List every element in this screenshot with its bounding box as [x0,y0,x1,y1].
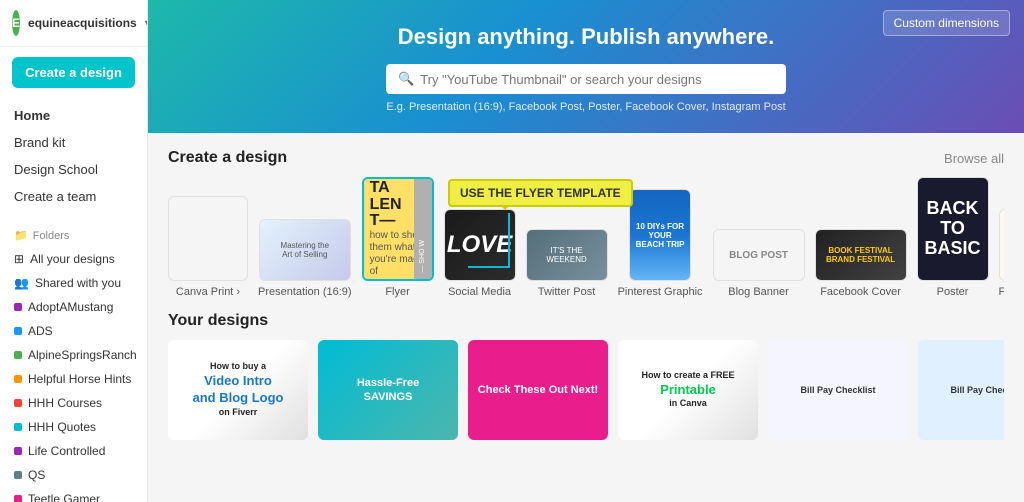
pinterest-thumb: 10 DIYs FOR YOUR BEACH TRIP [629,189,691,281]
twitter-label: Twitter Post [538,286,595,298]
your-designs-row: How to buy aVideo Introand Blog Logoon F… [168,340,1004,440]
design-card-4[interactable]: How to create a FREEPrintablein Canva [618,340,758,440]
search-icon: 🔍 [398,71,414,87]
username-label: equineacquisitions [28,16,137,30]
custom-dimensions-button[interactable]: Custom dimensions [883,10,1010,36]
flyer-thumb: TALENT— how to show them what you're mad… [362,177,434,281]
design-card-6[interactable]: Bill Pay Checklist [918,340,1004,440]
sidebar-header: E equineacquisitions ▾ [0,0,147,47]
social-media-label: Social Media [448,286,511,298]
design-card-2[interactable]: Hassle-FreeSAVINGS [318,340,458,440]
template-canva-print[interactable]: Canva Print › [168,196,248,298]
poster-thumb: BACK TO BASIC [917,177,989,281]
template-social-media[interactable]: LOVE Social Media [444,209,516,298]
pinterest-label: Pinterest Graphic [618,286,703,298]
your-designs-title: Your designs [168,312,268,330]
sidebar-folders-section: 📁 Folders ⊞ All your designs 👥 Shared wi… [0,224,147,502]
canva-print-label: Canva Print › [176,286,240,298]
sidebar-item-home[interactable]: Home [0,102,147,129]
folder-dot-icon [14,423,22,431]
folder-dot-icon [14,327,22,335]
flyer-tooltip: USE THE FLYER TEMPLATE [448,179,633,207]
your-designs-header: Your designs [168,312,1004,330]
hero-examples: E.g. Presentation (16:9), Facebook Post,… [386,101,785,113]
tooltip-line-h [468,266,510,268]
browse-all-button[interactable]: Browse all [944,151,1004,166]
fb-post-thumb: 🌸 [999,209,1004,281]
hero-section: Custom dimensions Design anything. Publi… [148,0,1024,133]
design-card-1[interactable]: How to buy aVideo Introand Blog Logoon F… [168,340,308,440]
template-fb-cover[interactable]: BOOK FESTIVAL BRAND FESTIVAL Facebook Co… [815,229,907,298]
template-fb-post[interactable]: 🌸 Facebook Post [999,209,1004,298]
sidebar-item-create-team[interactable]: Create a team [0,183,147,210]
share-icon: 👥 [14,276,29,290]
folder-icon: 📁 [14,229,28,242]
blog-banner-thumb: BLOG POST [713,229,805,281]
twitter-thumb: IT'S THE WEEKEND [526,229,608,281]
social-media-thumb: LOVE [444,209,516,281]
sidebar-item-helpful-horse[interactable]: Helpful Horse Hints [0,367,147,391]
poster-label: Poster [937,286,969,298]
sidebar-item-teetle-gamer[interactable]: Teetle Gamer [0,487,147,502]
template-flyer[interactable]: TALENT— how to show them what you're mad… [362,177,434,298]
sidebar-item-hhh-courses[interactable]: HHH Courses [0,391,147,415]
create-design-section: Create a design Browse all USE THE FLYER… [148,133,1024,456]
sidebar-item-all-designs[interactable]: ⊞ All your designs [0,247,147,271]
main-content: Custom dimensions Design anything. Publi… [148,0,1024,502]
sidebar-item-hhh-quotes[interactable]: HHH Quotes [0,415,147,439]
search-input[interactable] [420,72,774,87]
tooltip-line [508,213,510,268]
sidebar: E equineacquisitions ▾ Create a design H… [0,0,148,502]
sidebar-folders-header[interactable]: 📁 Folders [0,224,147,247]
canva-print-thumb [168,196,248,281]
folder-dot-icon [14,351,22,359]
folder-dot-icon [14,399,22,407]
fb-cover-label: Facebook Cover [820,286,901,298]
avatar: E [12,10,20,36]
presentation-thumb: Mastering theArt of Selling [259,219,351,281]
template-poster[interactable]: BACK TO BASIC Poster [917,177,989,298]
create-section-title: Create a design [168,149,287,167]
hero-title: Design anything. Publish anywhere. [398,24,775,50]
sidebar-item-qs[interactable]: QS [0,463,147,487]
sidebar-item-brand-kit[interactable]: Brand kit [0,129,147,156]
design-card-5[interactable]: Bill Pay Checklist [768,340,908,440]
folder-dot-icon [14,303,22,311]
grid-icon: ⊞ [14,252,24,266]
flyer-label: Flyer [385,286,409,298]
presentation-label: Presentation (16:9) [258,286,352,298]
folder-dot-icon [14,495,22,502]
template-blog-banner[interactable]: BLOG POST Blog Banner [713,229,805,298]
sidebar-item-alpinespringsranch[interactable]: AlpineSpringsRanch [0,343,147,367]
design-card-3[interactable]: Check These Out Next! [468,340,608,440]
sidebar-item-design-school[interactable]: Design School [0,156,147,183]
blog-banner-label: Blog Banner [728,286,789,298]
search-bar: 🔍 [386,64,786,94]
sidebar-item-adoptamustang[interactable]: AdoptAMustang [0,295,147,319]
sidebar-nav: Home Brand kit Design School Create a te… [0,98,147,214]
folder-dot-icon [14,375,22,383]
create-section-header: Create a design Browse all [168,149,1004,167]
fb-cover-thumb: BOOK FESTIVAL BRAND FESTIVAL [815,229,907,281]
sidebar-item-life-controlled[interactable]: Life Controlled [0,439,147,463]
template-presentation[interactable]: Mastering theArt of Selling Presentation… [258,219,352,298]
folder-dot-icon [14,447,22,455]
folder-dot-icon [14,471,22,479]
sidebar-item-ads[interactable]: ADS [0,319,147,343]
fb-post-label: Facebook Post [999,286,1004,298]
template-twitter[interactable]: IT'S THE WEEKEND Twitter Post [526,229,608,298]
sidebar-item-shared[interactable]: 👥 Shared with you [0,271,147,295]
create-design-button[interactable]: Create a design [12,57,135,88]
